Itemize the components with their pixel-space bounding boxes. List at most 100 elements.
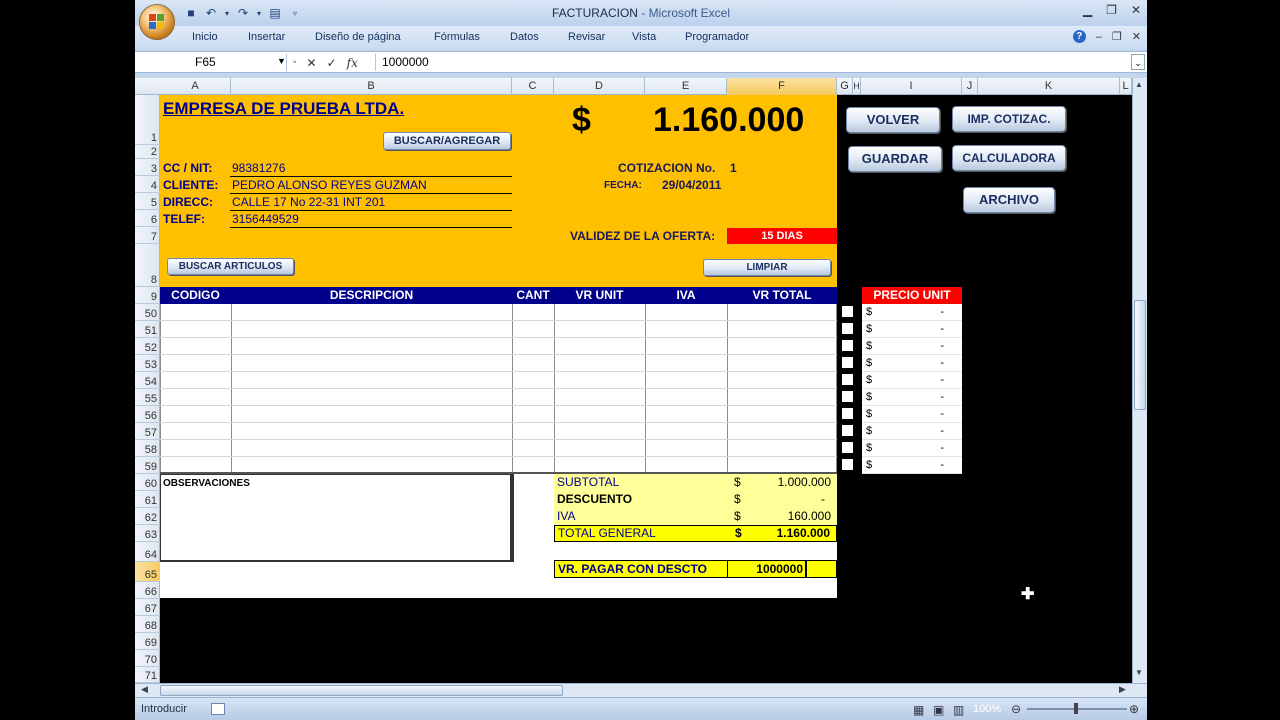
save-icon[interactable]: ■ <box>183 5 199 21</box>
workbook-restore-icon[interactable]: ❐ <box>1112 30 1122 43</box>
tab-diseno-pagina[interactable]: Diseño de página <box>315 31 401 43</box>
buscar-articulos-button[interactable]: BUSCAR ARTICULOS <box>167 258 294 275</box>
row-header-52[interactable]: 52 <box>135 338 160 355</box>
expand-icon[interactable]: ◦ <box>293 57 297 68</box>
customize-toolbar-icon[interactable]: ▿ <box>287 5 303 21</box>
minimize-icon[interactable]: ▁ <box>1083 3 1092 17</box>
name-box-dropdown-icon[interactable]: ▼ <box>277 56 286 66</box>
sheet-area[interactable]: EMPRESA DE PRUEBA LTDA. $ 1.160.000 BUSC… <box>160 95 1132 683</box>
row-header-64[interactable]: 64 <box>135 542 160 562</box>
normal-view-icon[interactable]: ▦ <box>913 703 924 717</box>
item-checkbox[interactable] <box>842 306 853 317</box>
tab-programador[interactable]: Programador <box>685 31 749 43</box>
row-header-2[interactable]: 2 <box>135 145 160 159</box>
column-header-i[interactable]: I <box>861 78 962 95</box>
row-header-4[interactable]: 4 <box>135 176 160 193</box>
row-header-65[interactable]: 65 <box>135 562 160 582</box>
row-header-50[interactable]: 50 <box>135 304 160 321</box>
item-checkbox[interactable] <box>842 442 853 453</box>
item-checkbox[interactable] <box>842 391 853 402</box>
redo-icon[interactable]: ↷ <box>235 5 251 21</box>
item-checkbox[interactable] <box>842 425 853 436</box>
print-preview-icon[interactable]: ▤ <box>267 5 283 21</box>
row-header-58[interactable]: 58 <box>135 440 160 457</box>
row-header-56[interactable]: 56 <box>135 406 160 423</box>
item-checkbox[interactable] <box>842 340 853 351</box>
vertical-scrollbar[interactable]: ▲ ▼ <box>1132 78 1147 683</box>
tab-inicio[interactable]: Inicio <box>192 31 218 43</box>
tab-formulas[interactable]: Fórmulas <box>434 31 480 43</box>
horizontal-scroll-thumb[interactable] <box>160 685 563 696</box>
close-icon[interactable]: ✕ <box>1131 3 1141 17</box>
row-header-8[interactable]: 8 <box>135 244 160 287</box>
row-header-62[interactable]: 62 <box>135 508 160 525</box>
column-header-j[interactable]: J <box>962 78 978 95</box>
column-header-c[interactable]: C <box>512 78 554 95</box>
formula-bar-expand-icon[interactable]: ⌄ <box>1131 54 1145 70</box>
row-header-67[interactable]: 67 <box>135 599 160 616</box>
page-break-view-icon[interactable]: ▥ <box>953 703 964 717</box>
row-header-6[interactable]: 6 <box>135 210 160 227</box>
archivo-button[interactable]: ARCHIVO <box>963 187 1055 213</box>
limpiar-button[interactable]: LIMPIAR <box>703 259 831 276</box>
column-header-h[interactable]: H <box>853 78 861 95</box>
row-header-61[interactable]: 61 <box>135 491 160 508</box>
workbook-close-icon[interactable]: ✕ <box>1132 30 1141 43</box>
zoom-slider-thumb[interactable] <box>1074 703 1078 714</box>
row-header-69[interactable]: 69 <box>135 633 160 650</box>
item-checkbox[interactable] <box>842 408 853 419</box>
buscar-agregar-button[interactable]: BUSCAR/AGREGAR <box>383 132 511 150</box>
imp-cotizac-button[interactable]: IMP. COTIZAC. <box>952 106 1066 132</box>
item-checkbox[interactable] <box>842 459 853 470</box>
observaciones-box[interactable]: OBSERVACIONES <box>160 474 512 562</box>
zoom-in-icon[interactable]: ⊕ <box>1129 702 1139 716</box>
row-header-5[interactable]: 5 <box>135 193 160 210</box>
row-header-60[interactable]: 60 <box>135 474 160 491</box>
enter-icon[interactable]: ✓ <box>327 56 337 70</box>
scroll-up-icon[interactable]: ▲ <box>1135 80 1143 89</box>
column-header-g[interactable]: G <box>837 78 853 95</box>
name-box[interactable]: F65 <box>137 54 287 71</box>
redo-dropdown-icon[interactable]: ▾ <box>255 5 263 21</box>
column-header-e[interactable]: E <box>645 78 727 95</box>
row-header-51[interactable]: 51 <box>135 321 160 338</box>
row-header-54[interactable]: 54 <box>135 372 160 389</box>
vertical-scroll-thumb[interactable] <box>1134 300 1146 410</box>
page-layout-view-icon[interactable]: ▣ <box>933 703 944 717</box>
row-header-63[interactable]: 63 <box>135 525 160 542</box>
row-header-9[interactable]: 9 <box>135 287 160 304</box>
column-header-a[interactable]: A <box>160 78 231 95</box>
column-header-k[interactable]: K <box>978 78 1120 95</box>
insert-function-icon[interactable]: fx <box>347 56 358 70</box>
tab-vista[interactable]: Vista <box>632 31 656 43</box>
row-header-66[interactable]: 66 <box>135 582 160 599</box>
row-header-59[interactable]: 59 <box>135 457 160 474</box>
formula-input[interactable]: 1000000 <box>375 54 429 71</box>
office-button[interactable] <box>139 4 175 40</box>
column-header-d[interactable]: D <box>554 78 645 95</box>
macro-record-icon[interactable] <box>211 703 225 715</box>
tab-datos[interactable]: Datos <box>510 31 539 43</box>
undo-dropdown-icon[interactable]: ▾ <box>223 5 231 21</box>
row-header-71[interactable]: 71 <box>135 667 160 683</box>
row-header-68[interactable]: 68 <box>135 616 160 633</box>
guardar-button[interactable]: GUARDAR <box>848 146 942 172</box>
row-header-7[interactable]: 7 <box>135 227 160 244</box>
scroll-right-icon[interactable]: ▶ <box>1119 684 1126 695</box>
column-header-b[interactable]: B <box>231 78 512 95</box>
row-header-55[interactable]: 55 <box>135 389 160 406</box>
tab-insertar[interactable]: Insertar <box>248 31 285 43</box>
tab-revisar[interactable]: Revisar <box>568 31 605 43</box>
restore-icon[interactable]: ❐ <box>1106 3 1117 17</box>
scroll-left-icon[interactable]: ◀ <box>141 684 148 695</box>
column-header-l[interactable]: L <box>1120 78 1132 95</box>
column-header-f[interactable]: F <box>727 78 837 95</box>
vr-pagar-input[interactable]: 1000000 <box>727 561 807 577</box>
calculadora-button[interactable]: CALCULADORA <box>952 145 1066 171</box>
row-header-70[interactable]: 70 <box>135 650 160 667</box>
items-table-body[interactable] <box>160 304 837 474</box>
zoom-out-icon[interactable]: ⊖ <box>1011 702 1021 716</box>
item-checkbox[interactable] <box>842 374 853 385</box>
volver-button[interactable]: VOLVER <box>846 107 940 133</box>
row-header-53[interactable]: 53 <box>135 355 160 372</box>
